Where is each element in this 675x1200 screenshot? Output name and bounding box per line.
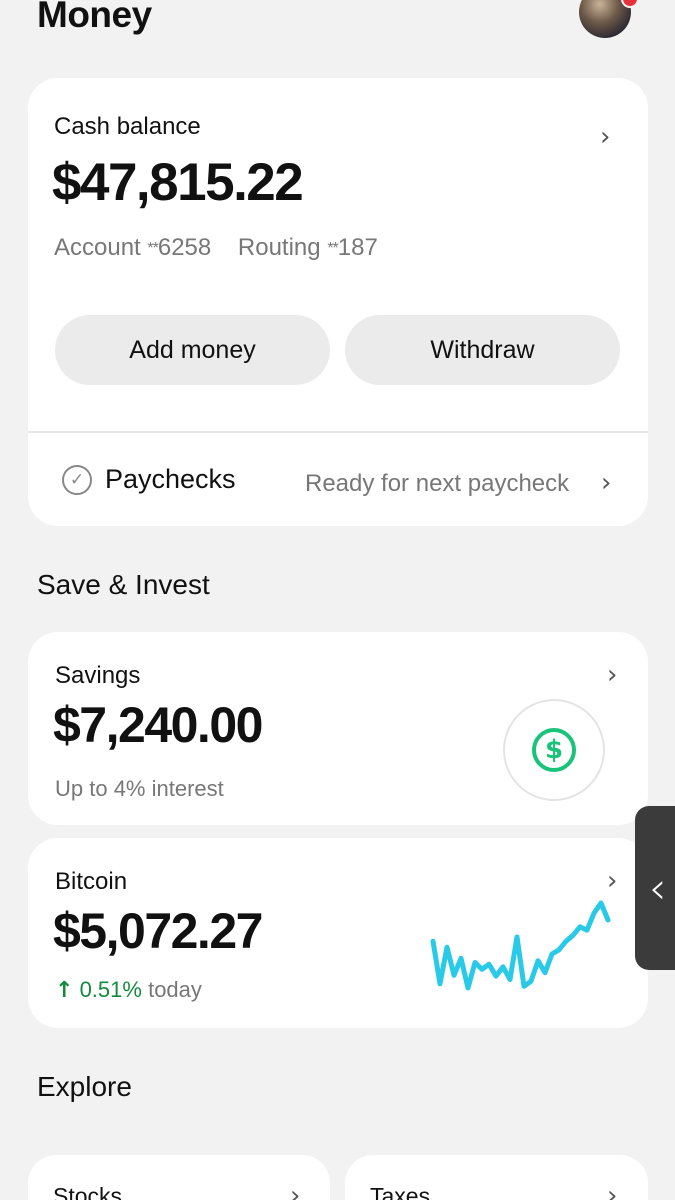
account-routing-line: Account **6258 Routing **187 <box>54 234 378 262</box>
routing-number[interactable]: 187 <box>338 234 378 261</box>
paychecks-row[interactable]: ✓ Paychecks Ready for next paycheck › <box>28 448 648 518</box>
bitcoin-card[interactable]: Bitcoin › $5,072.27 ↑ 0.51% today <box>28 838 648 1028</box>
routing-mask: ** <box>327 240 338 257</box>
withdraw-button[interactable]: Withdraw <box>345 315 620 385</box>
dollar-circle-icon: $ <box>532 728 576 772</box>
chevron-right-icon: › <box>607 866 618 896</box>
bitcoin-change-percent: 0.51% <box>79 977 142 1002</box>
page-title: Money <box>37 0 152 35</box>
chevron-right-icon[interactable]: › <box>600 124 610 150</box>
savings-amount: $7,240.00 <box>53 697 263 753</box>
bitcoin-amount: $5,072.27 <box>53 903 263 959</box>
explore-tile-taxes[interactable]: Taxes › <box>345 1155 648 1200</box>
notification-badge <box>621 0 639 8</box>
account-number[interactable]: 6258 <box>158 234 211 261</box>
account-mask: ** <box>147 240 158 257</box>
savings-icon-button[interactable]: $ <box>503 699 605 801</box>
chevron-right-icon: › <box>290 1181 301 1200</box>
savings-label: Savings <box>55 662 141 689</box>
add-money-button[interactable]: Add money <box>55 315 330 385</box>
card-divider <box>28 431 648 433</box>
side-drawer-handle[interactable]: ‹ <box>635 806 675 970</box>
chevron-right-icon: › <box>607 660 618 690</box>
chevron-left-icon: ‹ <box>648 862 667 914</box>
savings-interest: Up to 4% interest <box>55 776 224 801</box>
profile-avatar[interactable] <box>579 0 639 38</box>
bitcoin-label: Bitcoin <box>55 868 128 895</box>
arrow-up-icon: ↑ <box>55 978 74 1003</box>
account-label: Account <box>54 234 141 261</box>
routing-label: Routing <box>237 234 321 261</box>
explore-tile-label: Taxes <box>370 1183 431 1200</box>
save-invest-heading: Save & Invest <box>37 569 210 600</box>
chevron-right-icon: › <box>607 1181 618 1200</box>
bitcoin-sparkline <box>430 900 611 991</box>
bitcoin-change-suffix: today <box>148 977 202 1002</box>
cash-balance-amount: $47,815.22 <box>52 153 304 212</box>
explore-tile-stocks[interactable]: Stocks › <box>28 1155 330 1200</box>
cash-balance-label: Cash balance <box>54 113 201 140</box>
explore-tile-label: Stocks <box>53 1183 123 1200</box>
explore-heading: Explore <box>37 1071 132 1102</box>
savings-card[interactable]: Savings › $7,240.00 Up to 4% interest $ <box>28 632 648 825</box>
paychecks-status: Ready for next paycheck <box>305 470 570 497</box>
paychecks-label: Paychecks <box>105 464 236 494</box>
cash-balance-card[interactable]: Cash balance › $47,815.22 Account **6258… <box>28 78 648 526</box>
sparkline-line <box>430 900 611 991</box>
chevron-right-icon: › <box>601 468 612 498</box>
check-circle-icon: ✓ <box>62 465 92 495</box>
bitcoin-change-line: ↑ 0.51% today <box>55 977 202 1003</box>
